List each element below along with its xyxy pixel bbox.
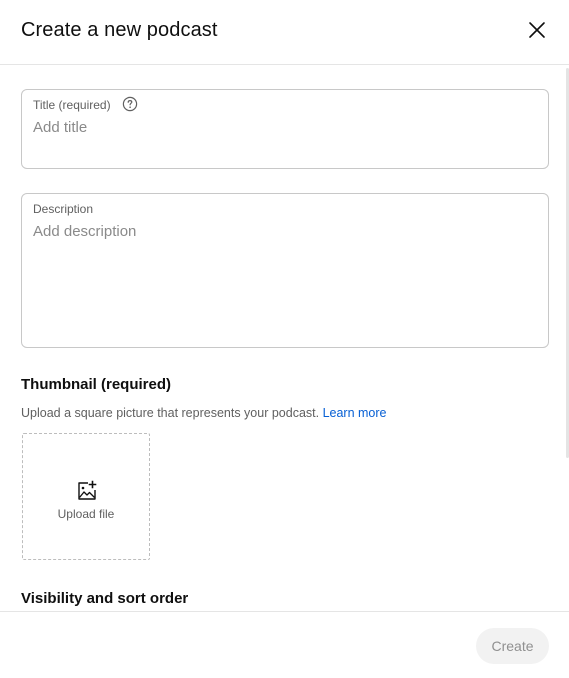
dialog-header: Create a new podcast (0, 0, 569, 65)
thumbnail-description-text: Upload a square picture that represents … (21, 406, 320, 420)
add-image-icon (78, 480, 97, 500)
description-input[interactable] (33, 223, 537, 333)
upload-file-label: Upload file (57, 507, 115, 521)
upload-file-button[interactable]: Upload file (22, 433, 150, 560)
title-field-label: Title (required) (33, 98, 111, 112)
help-circle-icon[interactable] (122, 96, 138, 112)
thumbnail-heading: Thumbnail (required) (21, 376, 171, 393)
create-podcast-dialog: Create a new podcast Title (required) De… (0, 0, 569, 678)
learn-more-link[interactable]: Learn more (323, 406, 387, 420)
dialog-footer: Create (0, 611, 569, 678)
create-button[interactable]: Create (476, 628, 549, 664)
title-input[interactable] (33, 119, 537, 136)
dialog-title: Create a new podcast (21, 19, 218, 41)
visibility-heading: Visibility and sort order (21, 590, 189, 607)
thumbnail-description: Upload a square picture that represents … (21, 406, 387, 420)
description-field-label: Description (33, 202, 94, 216)
description-field[interactable]: Description (21, 193, 549, 348)
title-field[interactable]: Title (required) (21, 89, 549, 169)
dialog-body: Title (required) Description Thumbnail (… (0, 66, 569, 611)
close-button[interactable] (522, 15, 552, 45)
close-icon (529, 22, 545, 38)
